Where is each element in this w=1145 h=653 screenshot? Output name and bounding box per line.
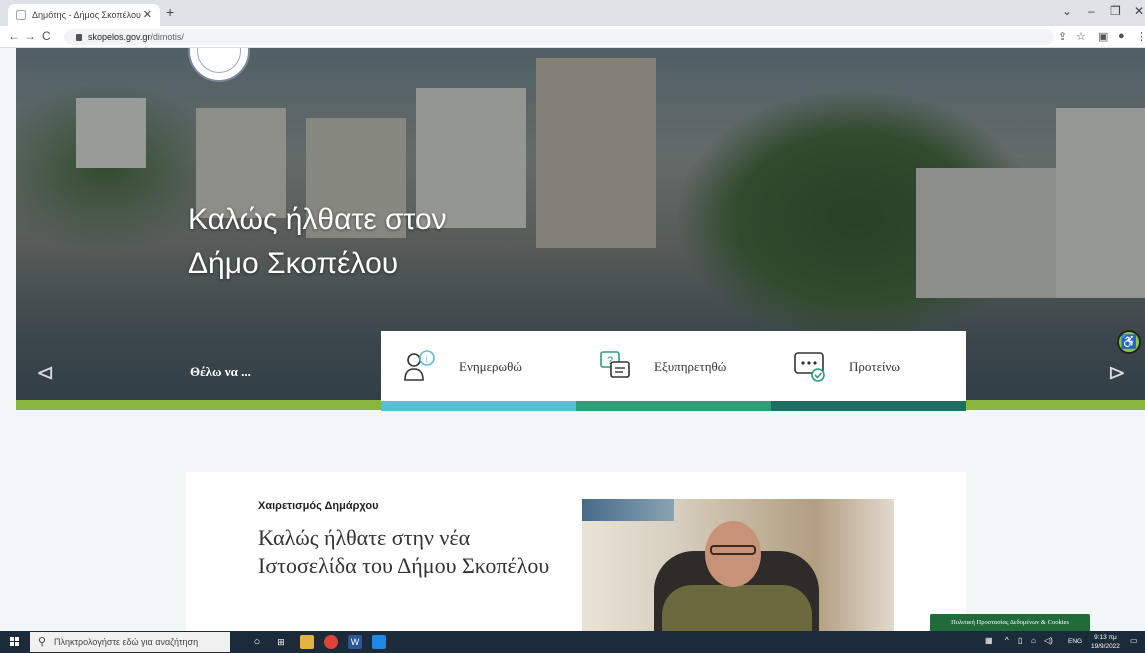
bookmark-star-icon[interactable]: ☆ [1076, 30, 1086, 43]
mayor-photo [582, 499, 894, 649]
want-to-label: Θέλω να ... [190, 364, 251, 379]
greeting-subtitle: Χαιρετισμός Δημάρχου [258, 500, 379, 512]
hero-title-line2: Δήμο Σκοπέλου [188, 247, 399, 280]
browser-tab-bar: Δημότης - Δήμος Σκοπέλου ✕ + ⌄ – ❐ ✕ [0, 0, 1145, 26]
chrome-icon[interactable] [324, 635, 338, 649]
cortana-icon[interactable]: ○ [250, 635, 264, 649]
reload-icon[interactable]: C [42, 29, 51, 43]
card-serve[interactable]: ? Εξυπηρετηθώ [576, 331, 771, 411]
propose-chat-icon [794, 352, 825, 382]
cookie-policy-button[interactable]: Πολιτική Προστασίας Δεδομένων & Cookies [930, 614, 1090, 632]
tab-search-icon[interactable]: ⌄ [1062, 4, 1072, 18]
share-icon[interactable]: ⇪ [1058, 30, 1067, 43]
card-inform-label: Ενημερωθώ [459, 359, 522, 374]
notification-icon[interactable]: ▭ [1130, 636, 1138, 645]
close-tab-icon[interactable]: ✕ [143, 8, 152, 21]
menu-icon[interactable]: ⋮ [1136, 30, 1145, 43]
card-propose[interactable]: Προτείνω [771, 331, 966, 411]
taskbar-clock[interactable]: 9:13 πμ 19/9/2022 [1091, 633, 1120, 651]
close-window-icon[interactable]: ✕ [1134, 4, 1144, 18]
url-host: skopelos.gov.gr [88, 32, 151, 42]
url-path: /dimotis/ [150, 32, 184, 42]
app-icon[interactable] [372, 635, 386, 649]
favicon-icon [16, 10, 26, 20]
keyboard-icon[interactable]: ▦ [985, 636, 993, 645]
help-chat-icon: ? [600, 351, 630, 378]
mayor-greeting-panel: Χαιρετισμός Δημάρχου Καλώς ήλθατε στην ν… [186, 472, 966, 649]
greeting-heading: Καλώς ήλθατε στην νέα Ιστοσελίδα του Δήμ… [258, 525, 550, 578]
task-view-icon[interactable]: ⊞ [274, 635, 288, 649]
tab-title: Δημότης - Δήμος Σκοπέλου [32, 10, 141, 20]
card-propose-label: Προτείνω [849, 359, 900, 374]
windows-start-icon[interactable] [10, 637, 20, 647]
browser-tab[interactable]: Δημότης - Δήμος Σκοπέλου ✕ [8, 4, 160, 26]
new-tab-icon[interactable]: + [166, 4, 174, 20]
prev-slide-icon[interactable]: ⊲ [36, 360, 54, 386]
minimize-icon[interactable]: – [1088, 4, 1095, 18]
card-propose-bar [771, 401, 966, 411]
restore-icon[interactable]: ❐ [1110, 4, 1121, 18]
taskbar-search[interactable]: ⚲ Πληκτρολογήστε εδώ για αναζήτηση [30, 632, 230, 652]
windows-taskbar: ⚲ Πληκτρολογήστε εδώ για αναζήτηση ○ ⊞ W… [0, 631, 1145, 653]
word-icon[interactable]: W [348, 635, 362, 649]
card-serve-label: Εξυπηρετηθώ [654, 359, 727, 374]
hero-title: Καλώς ήλθατε στον Δήμο Σκοπέλου [188, 198, 447, 286]
hero-title-line1: Καλώς ήλθατε στον [188, 203, 447, 236]
card-inform-bar [381, 401, 576, 411]
next-slide-icon[interactable]: ⊳ [1108, 360, 1126, 386]
inform-icon: i [404, 350, 435, 381]
network-icon[interactable]: ⌂ [1031, 636, 1036, 645]
forward-icon[interactable]: → [24, 29, 36, 43]
accessibility-icon[interactable]: ♿ [1117, 330, 1141, 354]
battery-icon[interactable]: ▯ [1018, 636, 1022, 645]
language-indicator[interactable]: ENG [1068, 638, 1082, 645]
profile-icon[interactable]: ● [1118, 30, 1125, 42]
svg-text:i: i [426, 354, 429, 364]
file-explorer-icon[interactable] [300, 635, 314, 649]
back-icon[interactable]: ← [8, 29, 20, 43]
search-icon: ⚲ [38, 636, 47, 648]
taskbar-search-placeholder: Πληκτρολογήστε εδώ για αναζήτηση [54, 637, 199, 647]
address-bar-row: ← → C skopelos.gov.gr/dimotis/ ⇪ ☆ ▣ ● ⋮ [0, 26, 1145, 48]
tray-expand-icon[interactable]: ^ [1005, 636, 1009, 645]
card-serve-bar [576, 401, 771, 411]
side-panel-icon[interactable]: ▣ [1098, 30, 1108, 43]
clock-time: 9:13 πμ [1094, 634, 1117, 641]
volume-icon[interactable]: ◁) [1044, 636, 1053, 645]
card-inform[interactable]: i Ενημερωθώ [381, 331, 576, 411]
lock-icon [76, 34, 82, 41]
address-bar[interactable]: skopelos.gov.gr/dimotis/ [64, 29, 1054, 45]
clock-date: 19/9/2022 [1091, 643, 1120, 650]
